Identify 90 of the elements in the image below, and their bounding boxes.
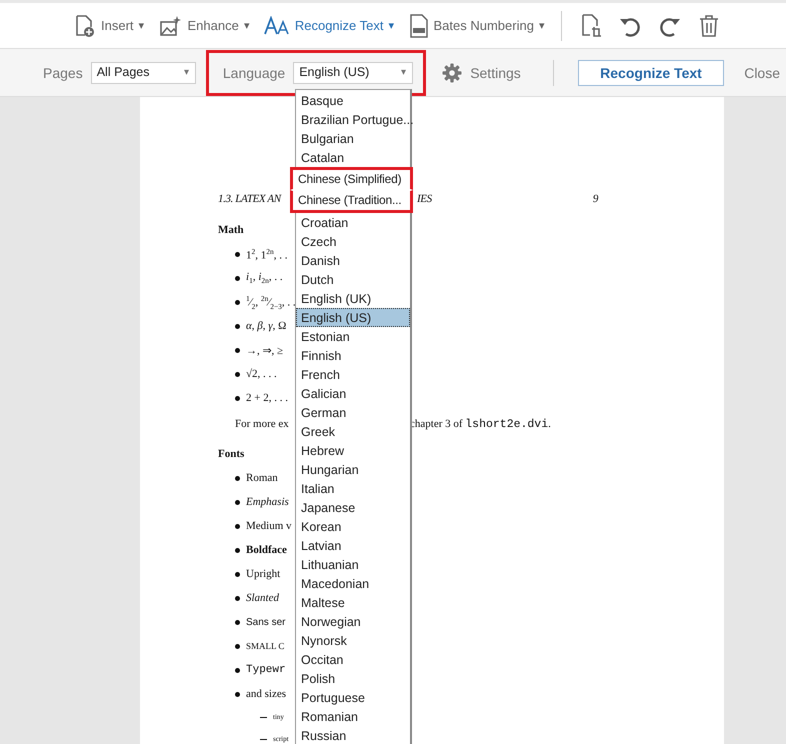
document-text: α, β, γ, Ω (246, 320, 286, 332)
language-label: Language (222, 64, 286, 80)
dash-icon (260, 738, 267, 740)
language-option[interactable]: English (US) (296, 308, 410, 327)
document-text: Sans ser (246, 616, 286, 628)
document-text: Upright (246, 568, 280, 580)
language-option[interactable]: Dutch (296, 270, 410, 289)
language-option[interactable]: Polish (296, 669, 410, 688)
bullet-icon (235, 500, 240, 504)
language-option[interactable]: Greek (296, 422, 410, 441)
language-option[interactable]: Hebrew (296, 441, 410, 460)
document-text: Slanted (246, 592, 279, 604)
bullet-icon (235, 668, 240, 672)
document-text: Boldface (246, 544, 287, 556)
recognize-text-menu[interactable]: Recognize Text ▾ (260, 16, 398, 36)
document-text: Fonts (218, 448, 244, 460)
language-option[interactable]: Finnish (296, 346, 410, 365)
bullet-icon (235, 476, 240, 480)
language-option[interactable]: Korean (296, 517, 410, 536)
document-text: and sizes (246, 688, 286, 700)
language-option[interactable]: German (296, 403, 410, 422)
language-option[interactable]: Galician (296, 384, 410, 403)
bullet-icon (235, 644, 240, 648)
close-button[interactable]: Close (738, 64, 786, 82)
pages-label: Pages (43, 64, 83, 80)
document-text: 2 + 2, . . . (246, 392, 288, 404)
bullet-icon (235, 396, 240, 400)
language-option[interactable]: Occitan (296, 650, 410, 669)
language-option[interactable]: Estonian (296, 327, 410, 346)
bullet-icon (235, 372, 240, 376)
page-number: 9 (592, 193, 598, 205)
language-option[interactable]: Basque (296, 91, 410, 110)
language-option[interactable]: Latvian (296, 536, 410, 555)
document-text: Typewr (246, 664, 286, 676)
bullet-icon (235, 692, 240, 696)
recognize-text-button[interactable]: Recognize Text (578, 60, 724, 86)
insert-menu[interactable]: Insert ▾ (68, 14, 149, 38)
language-option[interactable]: Japanese (296, 498, 410, 517)
document-text: Medium v (246, 520, 292, 532)
numbered-page-icon (408, 14, 428, 38)
document-text: For more ex (235, 418, 289, 430)
language-option[interactable]: Romanian (296, 707, 410, 726)
document-text: →, ⇒, ≥ (246, 344, 284, 356)
document-text: $^{1}$⁄$_{2}$, $^{2n}$⁄$_{2−3}$, . . (246, 294, 296, 310)
language-option[interactable]: Portuguese (296, 688, 410, 707)
document-text: IES (417, 193, 432, 205)
letters-icon (264, 16, 290, 36)
bullet-icon (235, 596, 240, 600)
language-option[interactable]: Hungarian (296, 460, 410, 479)
language-option[interactable]: Italian (296, 479, 410, 498)
language-option[interactable]: Danish (296, 251, 410, 270)
language-option[interactable]: Bulgarian (296, 129, 410, 148)
language-option[interactable]: French (296, 365, 410, 384)
document-text: 1.3. LATEX AN (218, 193, 281, 205)
language-option[interactable]: Brazilian Portugue... (296, 110, 410, 129)
enhance-menu[interactable]: Enhance ▾ (154, 14, 254, 38)
language-option[interactable]: Czech (296, 232, 410, 251)
document-text: 1$^{2}$, 1$^{2n}$, . . (246, 246, 288, 262)
language-option[interactable]: English (UK) (296, 289, 410, 308)
language-option[interactable]: Maltese (296, 593, 410, 612)
document-text: Roman (246, 472, 278, 484)
document-text: SMALL C (246, 641, 284, 651)
document-text: Emphasis (246, 496, 289, 508)
document-text: Math (218, 224, 244, 236)
bullet-icon (235, 252, 240, 256)
image-sparkle-icon (158, 14, 183, 38)
language-option[interactable]: Russian (296, 726, 410, 744)
pages-select[interactable]: All Pages ▾ (90, 62, 196, 84)
language-option[interactable]: Norwegian (296, 612, 410, 631)
language-option[interactable]: Chinese (Simplified) (290, 167, 413, 190)
bates-numbering-menu[interactable]: Bates Numbering ▾ (404, 14, 549, 38)
language-select[interactable]: English (US) ▾ (293, 62, 414, 84)
bullet-icon (235, 620, 240, 624)
bullet-icon (235, 548, 240, 552)
document-text: √2, . . . (246, 368, 277, 380)
bullet-icon (235, 572, 240, 576)
bullet-icon (235, 524, 240, 528)
language-option[interactable]: Macedonian (296, 574, 410, 593)
dash-icon (260, 716, 267, 718)
language-option[interactable]: Lithuanian (296, 555, 410, 574)
bullet-icon (235, 300, 240, 304)
language-option[interactable]: Nynorsk (296, 631, 410, 650)
bullet-icon (235, 324, 240, 328)
bullet-icon (235, 348, 240, 352)
bullet-icon (235, 276, 240, 280)
language-option[interactable]: Croatian (296, 213, 410, 232)
settings-button[interactable]: Settings (436, 62, 527, 84)
document-text: i$_{1}$, i$_{2n}$, . . (246, 270, 283, 286)
language-option[interactable]: Chinese (Tradition... (290, 190, 413, 213)
language-option[interactable]: Catalan (296, 148, 410, 167)
